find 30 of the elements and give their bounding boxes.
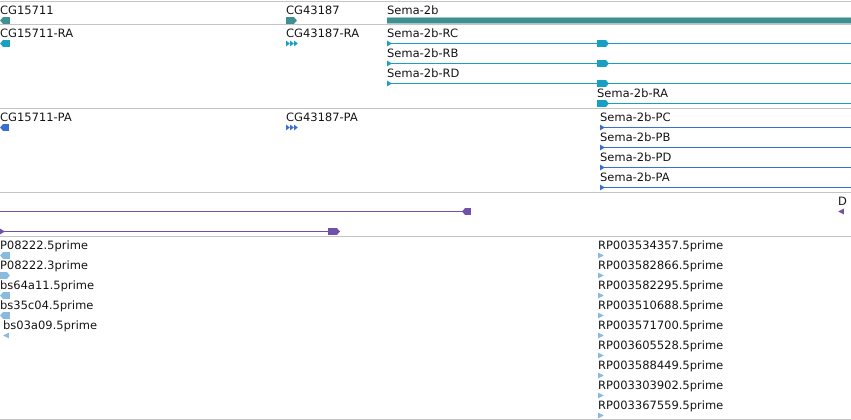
- feature-label: bs03a09.5prime: [3, 318, 98, 332]
- feature-label: CG43187-PA: [286, 110, 358, 124]
- feature-label: Sema-2b: [387, 3, 438, 17]
- feature-label: RP003588449.5prime: [598, 358, 724, 372]
- feature-label: P08222.3prime: [0, 258, 88, 272]
- feature-label: RP003582866.5prime: [598, 258, 724, 272]
- feature-label: Sema-2b-RD: [387, 66, 460, 80]
- feature-label: RP003571700.5prime: [598, 318, 724, 332]
- feature-label: CG43187-RA: [286, 26, 360, 40]
- feature-label: RP003534357.5prime: [598, 238, 724, 252]
- feature-label: CG15711-RA: [0, 26, 74, 40]
- feature-label: Sema-2b-RC: [387, 26, 458, 40]
- feature-label: Sema-2b-RA: [597, 86, 668, 100]
- feature-label: CG43187: [286, 3, 340, 17]
- feature-label: CG15711-PA: [0, 110, 72, 124]
- feature-label: RP003510688.5prime: [598, 298, 724, 312]
- feature-label: CG15711: [0, 3, 54, 17]
- feature-label: Sema-2b-RB: [387, 46, 458, 60]
- feature-label: P08222.5prime: [0, 238, 88, 252]
- feature-label: RP003582295.5prime: [598, 278, 724, 292]
- feature-label: RP003303902.5prime: [598, 378, 724, 392]
- feature-label: bs64a11.5prime: [0, 278, 94, 292]
- feature-label: Sema-2b-PB: [600, 130, 670, 144]
- feature-label: Sema-2b-PC: [600, 110, 671, 124]
- feature-label: RP003367559.5prime: [598, 398, 724, 412]
- feature-label: Sema-2b-PD: [600, 150, 672, 164]
- feature-label: bs35c04.5prime: [0, 298, 94, 312]
- feature-label: Sema-2b-PA: [600, 170, 670, 184]
- feature-label: D: [838, 194, 847, 208]
- feature-label: RP003605528.5prime: [598, 338, 724, 352]
